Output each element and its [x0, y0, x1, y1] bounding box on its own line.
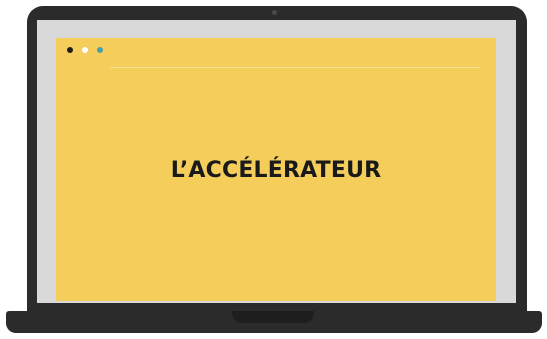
laptop-illustration: L’ACCÉLÉRATEUR	[0, 0, 547, 339]
window-dot-teal-icon	[97, 47, 103, 53]
window-dot-white-icon	[82, 47, 88, 53]
window-dot-black-icon	[67, 47, 73, 53]
page-title: L’ACCÉLÉRATEUR	[170, 158, 382, 183]
window-title-bar-divider	[110, 67, 480, 68]
webcam-icon	[272, 10, 277, 15]
laptop-hinge-notch	[232, 311, 314, 323]
